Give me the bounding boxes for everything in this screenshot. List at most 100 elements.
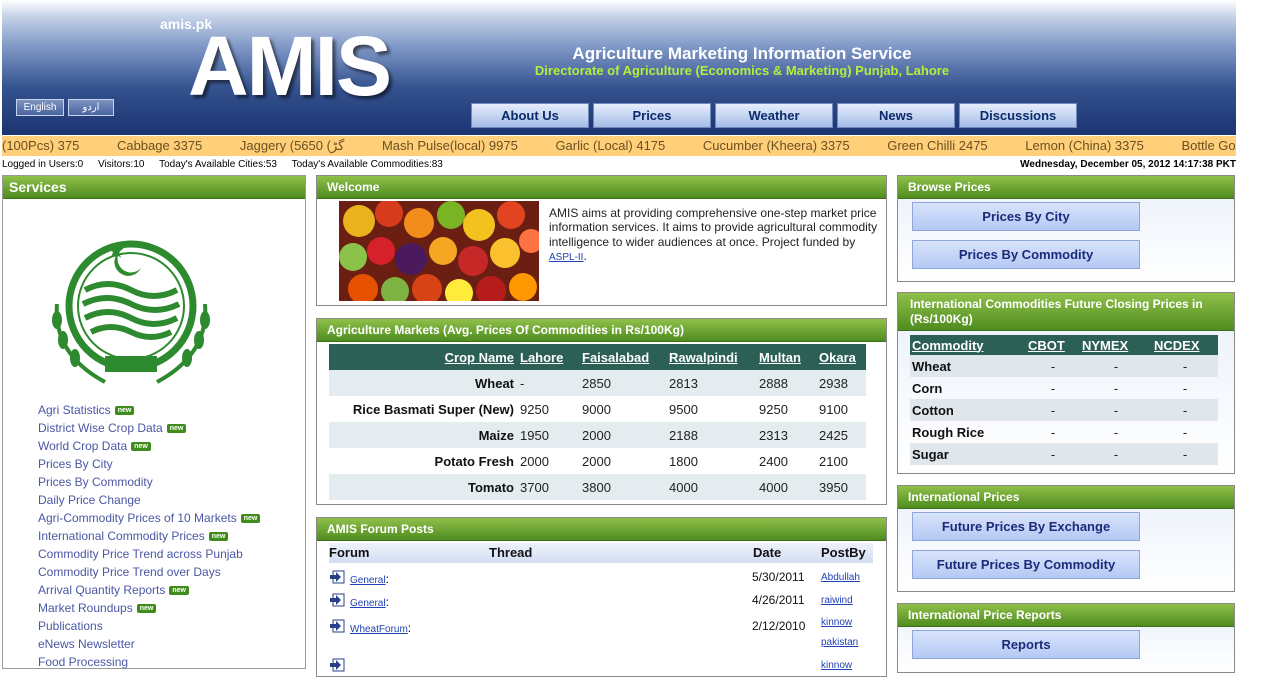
- intl-future-panel: International Commodities Future Closing…: [897, 292, 1235, 474]
- table-row: Wheat -2850 2813 2888 2938: [329, 370, 866, 396]
- forum-link[interactable]: General: [350, 575, 386, 586]
- intl-prices-title: International Prices: [898, 486, 1234, 509]
- ticker-item: Cucumber (Kheera) 3375: [702, 138, 850, 153]
- welcome-panel: Welcome AMIS aims at providing comprehen…: [316, 175, 887, 306]
- prices-by-city-button[interactable]: Prices By City: [912, 202, 1140, 231]
- nav-prices[interactable]: Prices: [593, 103, 711, 128]
- markets-col-header[interactable]: Rawalpindi: [666, 344, 756, 370]
- service-link[interactable]: Prices By City: [38, 457, 113, 471]
- crop-name: Potato Fresh: [434, 453, 514, 469]
- forum-post-icon: [330, 570, 345, 584]
- service-link[interactable]: District Wise Crop Data new: [38, 421, 187, 435]
- english-button[interactable]: English: [16, 99, 64, 116]
- service-link[interactable]: Market Roundups new: [38, 601, 157, 615]
- new-badge: new: [166, 424, 187, 433]
- forum-link[interactable]: General: [350, 598, 386, 609]
- markets-col-header[interactable]: Multan: [756, 344, 816, 370]
- ticker-item: Mash Pulse(local) 9975: [381, 138, 518, 153]
- service-link[interactable]: Arrival Quantity Reports new: [38, 583, 190, 597]
- table-row: Potato Fresh 2000 2000 1800 2400 2100: [329, 448, 866, 474]
- future-price-cell: -: [1026, 355, 1080, 377]
- price-cell: 9250: [520, 401, 549, 417]
- crop-name: Wheat: [329, 370, 517, 396]
- forum-separator: :: [385, 572, 389, 586]
- nav-about-us[interactable]: About Us: [471, 103, 589, 128]
- service-link[interactable]: Commodity Price Trend across Punjab: [38, 547, 243, 561]
- available-commodities: Today's Available Commodities:83: [291, 159, 443, 170]
- forum-postby-link[interactable]: kinnow: [821, 660, 852, 671]
- forum-date: 5/30/2011: [752, 570, 805, 584]
- service-link[interactable]: Agri-Commodity Prices of 10 Markets new: [38, 511, 261, 525]
- intl-future-title: International Commodities Future Closing…: [898, 293, 1234, 331]
- price-cell: 4000: [666, 474, 756, 500]
- service-link[interactable]: World Crop Data new: [38, 439, 151, 453]
- reports-button[interactable]: Reports: [912, 630, 1140, 659]
- new-badge: new: [131, 442, 151, 451]
- future-price-cell: -: [1026, 443, 1080, 465]
- service-link-label: Prices By Commodity: [38, 475, 153, 489]
- price-cell: 3800: [579, 474, 666, 500]
- new-badge: new: [114, 406, 135, 415]
- price-cell: 2100: [819, 453, 848, 469]
- table-row: Wheat - - -: [910, 355, 1218, 377]
- price-cell: 1800: [669, 453, 698, 469]
- forum-postby-link[interactable]: raiwind: [821, 595, 853, 606]
- ticker-item: Garlic (Local) 4175: [555, 138, 666, 153]
- future-col-header[interactable]: NYMEX: [1080, 335, 1152, 355]
- service-link[interactable]: Daily Price Change: [38, 493, 141, 507]
- site-title: Agriculture Marketing Information Servic…: [572, 44, 912, 63]
- service-link[interactable]: Publications: [38, 619, 103, 633]
- markets-col-header[interactable]: Lahore: [517, 344, 579, 370]
- prices-by-commodity-button[interactable]: Prices By Commodity: [912, 240, 1140, 269]
- amis-logo[interactable]: AMIS: [188, 24, 392, 108]
- forum-post-icon: [330, 619, 345, 633]
- price-cell: 2813: [666, 370, 756, 396]
- service-link[interactable]: Commodity Price Trend over Days: [38, 565, 221, 579]
- future-price-cell: -: [1080, 399, 1152, 421]
- markets-col-header[interactable]: Crop Name: [329, 344, 517, 370]
- price-cell: 9000: [582, 401, 611, 417]
- price-cell: 2888: [756, 370, 816, 396]
- forum-postby-link[interactable]: kinnow: [821, 617, 852, 628]
- service-link[interactable]: Food Processing: [38, 655, 128, 669]
- markets-col-header[interactable]: Faisalabad: [579, 344, 666, 370]
- nav-discussions[interactable]: Discussions: [959, 103, 1077, 128]
- markets-body: Wheat -2850 2813 2888 2938 Rice Basmati Super…: [329, 370, 866, 500]
- nav-news[interactable]: News: [837, 103, 955, 128]
- future-price-cell: -: [1152, 399, 1218, 421]
- table-row: Rough Rice - - -: [910, 421, 1218, 443]
- price-cell: 2000: [579, 422, 666, 448]
- forum-date: 2/12/2010: [752, 619, 806, 633]
- forum-separator: :: [407, 621, 412, 635]
- welcome-title: Welcome: [317, 176, 886, 199]
- service-link[interactable]: Prices By Commodity: [38, 475, 153, 489]
- service-link[interactable]: eNews Newsletter: [38, 637, 135, 651]
- crop-name: Tomato: [329, 474, 517, 500]
- urdu-button[interactable]: اردو: [68, 99, 114, 116]
- markets-col-header[interactable]: Okara: [816, 344, 866, 370]
- future-price-cell: -: [1182, 424, 1188, 440]
- forum-separator: :: [385, 595, 389, 609]
- commodity-name: Corn: [912, 380, 943, 396]
- future-price-cell: -: [1080, 443, 1152, 465]
- service-link[interactable]: Agri Statistics new: [38, 403, 135, 417]
- future-price-cell: -: [1152, 443, 1218, 465]
- future-col-header[interactable]: NCDEX: [1152, 335, 1218, 355]
- forum-link[interactable]: WheatForum: [350, 624, 408, 635]
- nav-weather[interactable]: Weather: [715, 103, 833, 128]
- forum-postby-link[interactable]: Abdullah: [821, 572, 860, 583]
- future-col-header[interactable]: CBOT: [1026, 335, 1080, 355]
- future-prices-by-commodity-button[interactable]: Future Prices By Commodity: [912, 550, 1140, 579]
- future-col-header[interactable]: Commodity: [910, 335, 1026, 355]
- forum-postby-link[interactable]: pakistan: [821, 637, 858, 648]
- table-row: Cotton - - -: [910, 399, 1218, 421]
- future-prices-by-exchange-button[interactable]: Future Prices By Exchange: [912, 512, 1140, 541]
- service-link-label: Commodity Price Trend over Days: [38, 565, 221, 579]
- forum-col-postby: PostBy: [821, 545, 866, 560]
- forum-cell: General:: [350, 595, 389, 609]
- table-row: Sugar - - -: [910, 443, 1218, 465]
- service-link[interactable]: International Commodity Prices new: [38, 529, 229, 543]
- aspl-link[interactable]: ASPL-II: [549, 252, 583, 263]
- future-price-cell: -: [1182, 380, 1188, 396]
- welcome-end: .: [583, 249, 587, 264]
